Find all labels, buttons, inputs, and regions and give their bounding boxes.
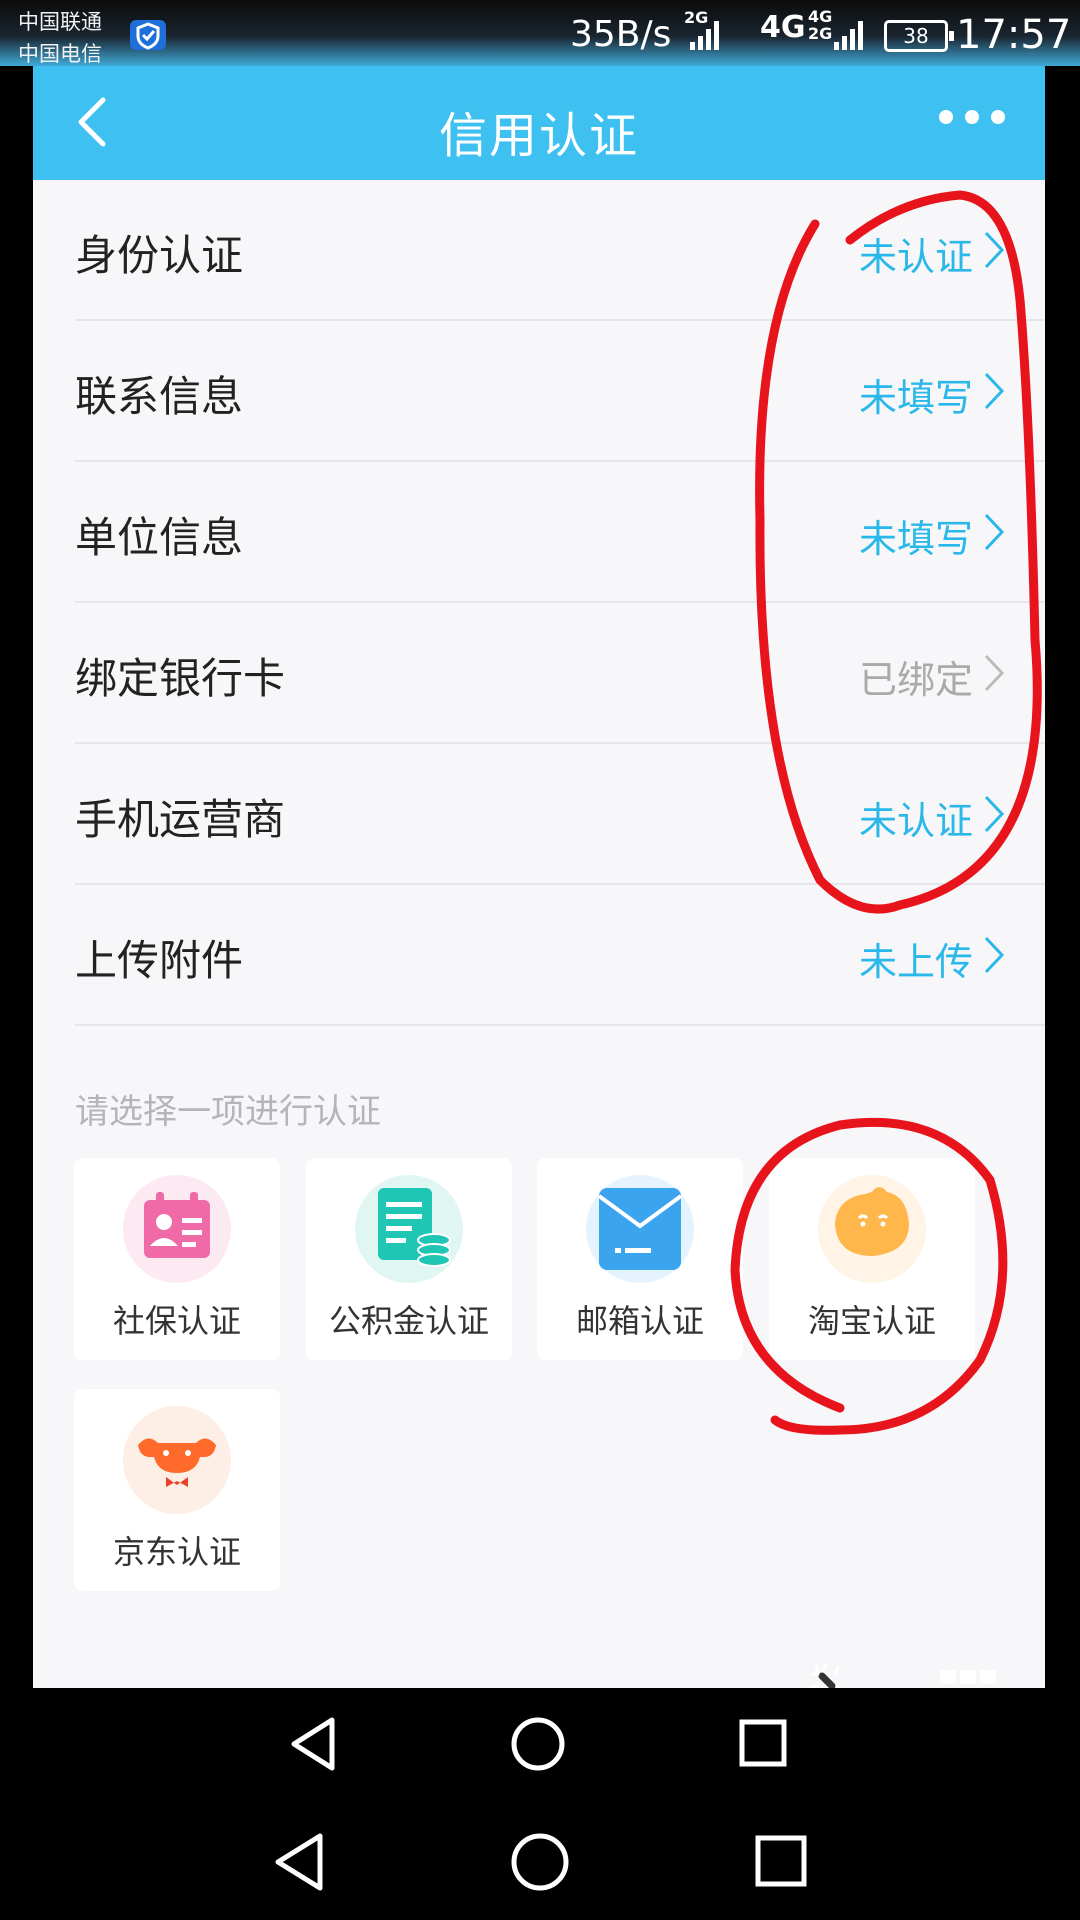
option-taobao[interactable]: 淘宝认证 — [769, 1158, 975, 1360]
signal-icon — [834, 21, 863, 50]
carrier-1: 中国联通 — [18, 10, 102, 34]
navigation-bar-system — [0, 1800, 1080, 1920]
row-status: 未认证 — [858, 799, 973, 843]
chevron-right-icon — [984, 231, 1005, 269]
taobao-face-icon — [818, 1175, 926, 1283]
option-housing-fund[interactable]: 公积金认证 — [306, 1158, 512, 1360]
chevron-right-icon — [984, 795, 1005, 833]
network-speed: 35B/s — [570, 14, 672, 55]
option-label: 社保认证 — [112, 1302, 241, 1340]
phone-screen: 中国联通 中国电信 35B/s 2G 4G 4G 2G 38 17:57 信用认… — [0, 0, 1080, 1920]
id-card-icon — [123, 1175, 231, 1283]
jd-dog-icon — [123, 1406, 231, 1514]
network-4g-label: 4G — [760, 10, 806, 45]
row-status: 已绑定 — [858, 658, 973, 702]
option-label: 淘宝认证 — [807, 1302, 936, 1340]
option-jd[interactable]: 京东认证 — [74, 1389, 280, 1591]
chevron-right-icon — [984, 936, 1005, 974]
row-status: 未填写 — [858, 517, 973, 561]
carrier-2: 中国电信 — [18, 42, 102, 66]
battery-indicator: 38 — [884, 20, 954, 52]
page-title: 信用认证 — [438, 108, 639, 164]
option-label: 京东认证 — [112, 1533, 241, 1571]
document-coins-icon — [355, 1175, 463, 1283]
row-employer[interactable]: 单位信息 未填写 — [33, 462, 1045, 603]
option-email[interactable]: 邮箱认证 — [537, 1158, 743, 1360]
status-bar: 中国联通 中国电信 35B/s 2G 4G 4G 2G 38 17:57 — [0, 0, 1080, 66]
home-circle-icon[interactable] — [510, 1832, 570, 1892]
option-social-security[interactable]: 社保认证 — [74, 1158, 280, 1360]
row-status: 未认证 — [858, 235, 973, 279]
recent-apps-icon[interactable] — [754, 1834, 808, 1888]
clock: 17:57 — [956, 12, 1072, 58]
back-triangle-icon[interactable] — [272, 1832, 326, 1892]
row-attachments[interactable]: 上传附件 未上传 — [33, 885, 1045, 1026]
row-bank-card[interactable]: 绑定银行卡 已绑定 — [33, 603, 1045, 744]
row-label: 身份认证 — [75, 231, 244, 280]
option-label: 公积金认证 — [328, 1302, 489, 1340]
network-dual-label: 4G 2G — [808, 8, 832, 42]
section-hint: 请选择一项进行认证 — [75, 1092, 381, 1132]
row-contact[interactable]: 联系信息 未填写 — [33, 321, 1045, 462]
row-label: 单位信息 — [75, 513, 244, 562]
home-circle-icon[interactable] — [510, 1716, 566, 1772]
row-carrier[interactable]: 手机运营商 未认证 — [33, 744, 1045, 885]
row-label: 手机运营商 — [75, 795, 286, 844]
recent-apps-icon[interactable] — [738, 1718, 788, 1768]
divider — [75, 1024, 1045, 1026]
row-status: 未上传 — [858, 940, 973, 984]
row-label: 上传附件 — [75, 936, 244, 985]
chevron-right-icon — [984, 513, 1005, 551]
signal-icon — [690, 21, 719, 50]
option-label: 邮箱认证 — [575, 1302, 704, 1340]
chevron-right-icon — [984, 654, 1005, 692]
row-label: 绑定银行卡 — [75, 654, 286, 703]
back-triangle-icon[interactable] — [288, 1716, 338, 1772]
network-4g-small: 4G — [808, 7, 833, 26]
envelope-icon — [586, 1175, 694, 1283]
chevron-right-icon — [984, 372, 1005, 410]
row-label: 联系信息 — [75, 372, 244, 421]
app-header: 信用认证 — [33, 66, 1045, 180]
row-identity[interactable]: 身份认证 未认证 — [33, 180, 1045, 321]
more-dots-icon[interactable] — [937, 102, 1007, 132]
navigation-bar-inner — [0, 1688, 1080, 1796]
network-2g-small: 2G — [808, 24, 833, 43]
row-status: 未填写 — [858, 376, 973, 420]
shield-icon — [130, 20, 166, 50]
